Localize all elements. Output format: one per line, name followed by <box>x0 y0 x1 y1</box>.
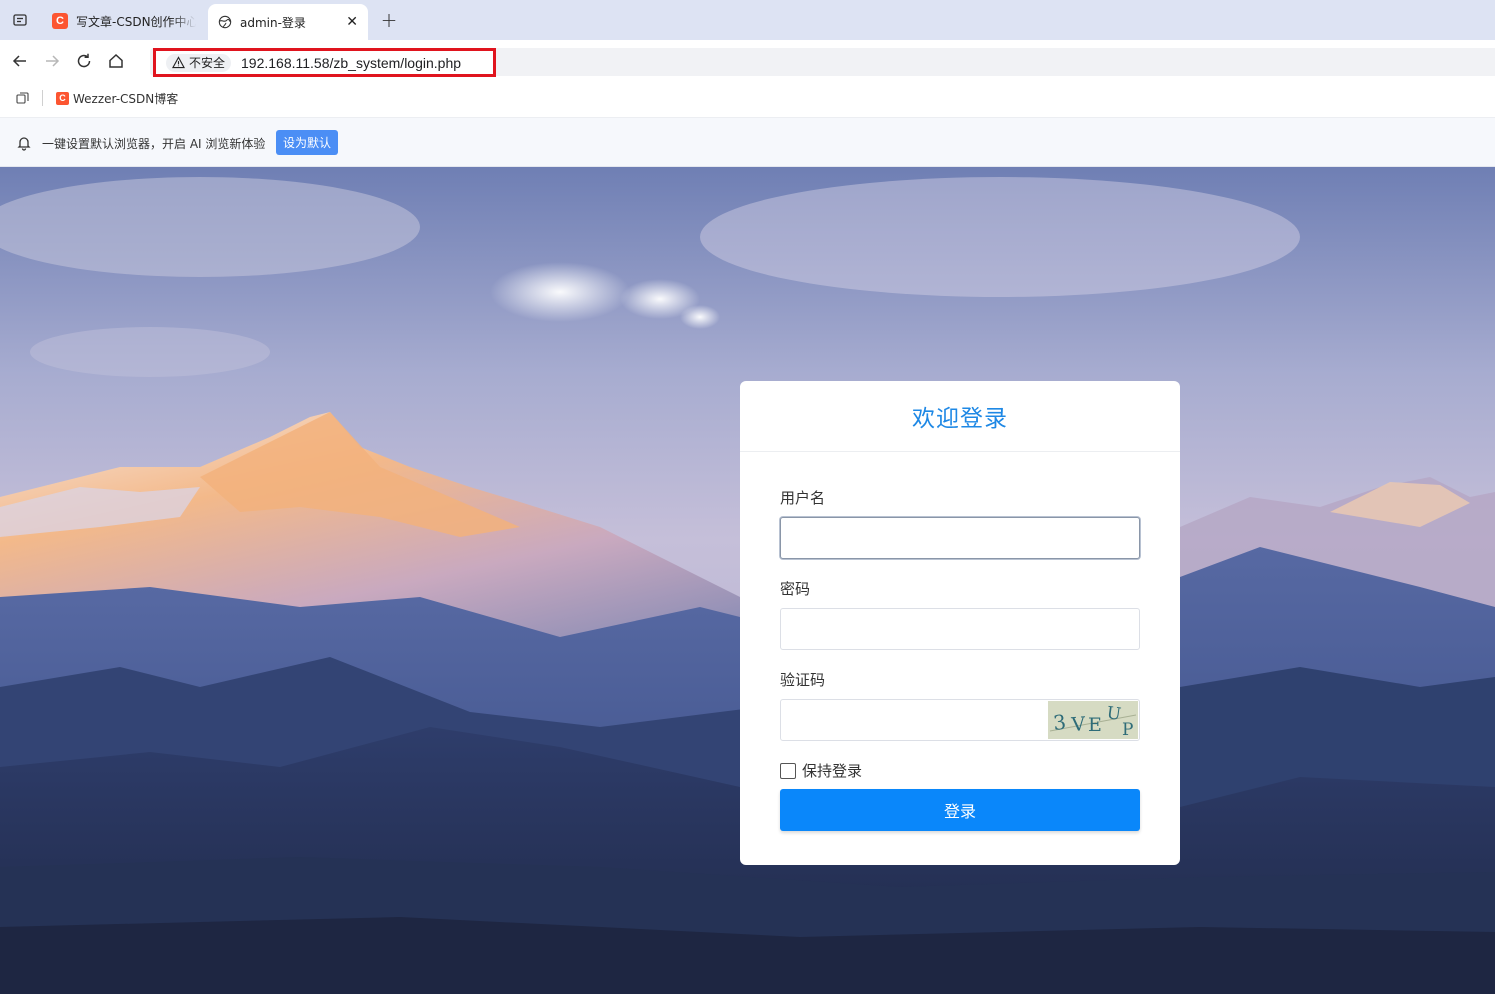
password-input[interactable] <box>780 608 1140 650</box>
login-card-header: 欢迎登录 <box>740 381 1180 452</box>
back-arrow-icon[interactable] <box>9 50 31 72</box>
svg-text:U: U <box>1105 703 1122 725</box>
csdn-c-icon: C <box>56 91 69 105</box>
remember-checkbox[interactable] <box>780 762 796 779</box>
username-input[interactable] <box>780 517 1140 559</box>
bookmarks-bar: C Wezzer-CSDN博客 <box>0 82 1495 118</box>
captcha-image[interactable]: 3 V E U P <box>1048 701 1138 740</box>
set-default-button[interactable]: 设为默认 <box>276 130 339 155</box>
infobar-message: 一键设置默认浏览器，开启 AI 浏览新体验 <box>42 137 266 151</box>
tab-title: 写文章-CSDN创作中心 <box>76 14 196 29</box>
tab-admin-login[interactable]: admin-登录 ✕ <box>208 4 368 40</box>
remember-login[interactable]: 保持登录 <box>780 760 862 781</box>
svg-text:E: E <box>1088 714 1102 736</box>
tab-groups-icon[interactable] <box>14 90 30 106</box>
default-browser-infobar: 一键设置默认浏览器，开启 AI 浏览新体验 设为默认 <box>0 118 1495 167</box>
login-card: 欢迎登录 用户名 密码 验证码 3 V E U P 保持登录 登录 <box>740 381 1180 865</box>
security-indicator[interactable]: 不安全 <box>166 53 232 72</box>
password-label: 密码 <box>780 580 811 598</box>
browser-toolbar: 不安全 192.168.11.58/zb_system/login.php <box>0 40 1495 82</box>
login-submit-button[interactable]: 登录 <box>780 789 1140 831</box>
security-label: 不安全 <box>189 56 226 70</box>
username-label: 用户名 <box>780 489 826 507</box>
bell-icon <box>17 137 31 151</box>
captcha-label: 验证码 <box>780 671 826 689</box>
url-text[interactable]: 192.168.11.58/zb_system/login.php <box>241 55 461 71</box>
forward-arrow-icon[interactable] <box>41 50 63 72</box>
svg-text:3: 3 <box>1052 710 1067 735</box>
close-tab-icon[interactable]: ✕ <box>346 14 358 30</box>
globe-icon <box>218 15 232 29</box>
remember-label: 保持登录 <box>802 762 863 780</box>
svg-text:P: P <box>1122 720 1133 739</box>
tab-csdn-editor[interactable]: C 写文章-CSDN创作中心 <box>42 4 206 38</box>
reload-icon[interactable] <box>73 50 95 72</box>
tab-actions-menu-icon[interactable] <box>10 10 30 30</box>
captcha-text-graphic: 3 V E U P <box>1048 701 1138 740</box>
tab-strip: C 写文章-CSDN创作中心 admin-登录 ✕ + <box>0 0 1495 40</box>
bookmark-label: Wezzer-CSDN博客 <box>73 91 179 106</box>
csdn-c-icon: C <box>52 13 68 29</box>
bookmark-wezzer-csdn[interactable]: C Wezzer-CSDN博客 <box>56 89 178 107</box>
svg-text:V: V <box>1070 713 1086 736</box>
home-icon[interactable] <box>105 50 127 72</box>
url-highlight-box[interactable]: 不安全 192.168.11.58/zb_system/login.php <box>153 48 496 77</box>
bookmarks-divider <box>42 90 43 106</box>
new-tab-plus-icon[interactable]: + <box>378 8 400 32</box>
warning-triangle-icon <box>172 56 185 69</box>
login-page: 欢迎登录 用户名 密码 验证码 3 V E U P 保持登录 登录 <box>0 167 1495 994</box>
tab-title: admin-登录 <box>240 15 306 30</box>
login-title: 欢迎登录 <box>912 406 1008 432</box>
